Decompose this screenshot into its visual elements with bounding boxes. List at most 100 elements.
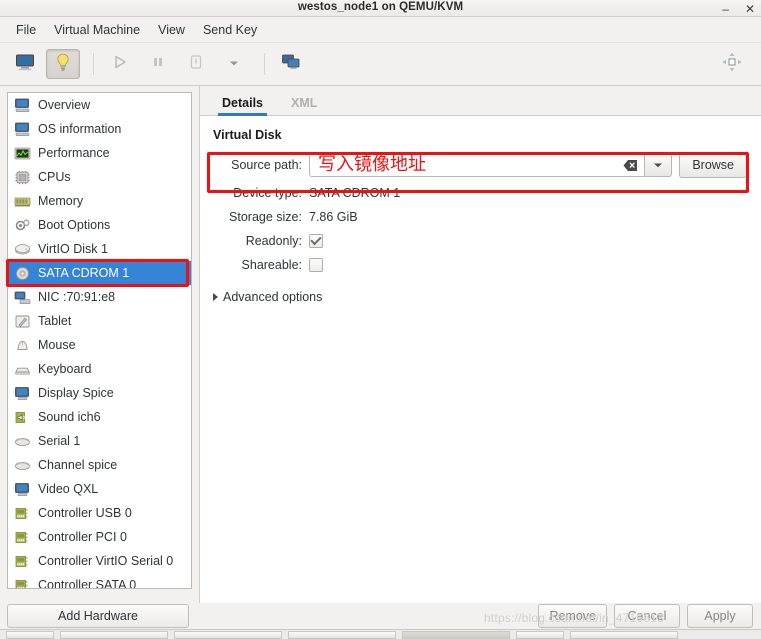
readonly-label: Readonly: [245, 234, 302, 248]
virt-manager-window: westos_node1 on QEMU/KVM – ✕ File Virtua… [0, 0, 761, 639]
sidebar-item-label: Controller PCI 0 [38, 530, 127, 544]
sidebar-item-tablet[interactable]: Tablet [8, 309, 191, 333]
toolbar-separator-2 [264, 53, 265, 75]
browse-button[interactable]: Browse [679, 152, 747, 178]
fullscreen-button[interactable] [715, 49, 749, 79]
sidebar-item-label: Tablet [38, 314, 72, 328]
sidebar-item-label: Sound ich6 [38, 410, 101, 424]
memory-ram-icon [13, 193, 31, 210]
sidebar-item-label: SATA CDROM 1 [38, 266, 130, 280]
mouse-icon [13, 337, 31, 354]
performance-graph-icon [13, 145, 31, 162]
gears-icon [13, 217, 31, 234]
sidebar-item-label: Channel spice [38, 458, 118, 472]
menu-file[interactable]: File [7, 21, 45, 39]
remove-button[interactable]: Remove [538, 604, 607, 628]
sidebar-item-label: Performance [38, 146, 110, 160]
sidebar-item-nic[interactable]: NIC :70:91:e8 [8, 285, 191, 309]
readonly-checkbox[interactable] [309, 234, 323, 248]
sidebar-item-overview[interactable]: Overview [8, 93, 191, 117]
sidebar-item-cpus[interactable]: CPUs [8, 165, 191, 189]
taskbar-item[interactable] [288, 630, 396, 639]
apply-button[interactable]: Apply [687, 604, 753, 628]
close-button[interactable]: ✕ [745, 3, 755, 15]
sidebar-item-os-information[interactable]: OS information [8, 117, 191, 141]
storage-size-row: Storage size: 7.86 GiB [213, 206, 747, 228]
controller-card-icon [13, 577, 31, 588]
clear-icon[interactable] [623, 159, 638, 172]
sidebar-item-label: Controller USB 0 [38, 506, 132, 520]
device-type-row: Device type: SATA CDROM 1 [213, 182, 747, 204]
sound-card-icon [13, 409, 31, 426]
computer-icon [13, 121, 31, 138]
sidebar-item-controller-usb-0[interactable]: Controller USB 0 [8, 501, 191, 525]
tab-details[interactable]: Details [218, 92, 275, 116]
cancel-button[interactable]: Cancel [614, 604, 680, 628]
shutdown-options-dropdown[interactable] [217, 49, 251, 79]
taskbar-item[interactable] [6, 630, 54, 639]
bottom-bar-right: Remove Cancel Apply [531, 604, 761, 628]
sidebar-item-sound-ich6[interactable]: Sound ich6 [8, 405, 191, 429]
shutdown-button[interactable] [179, 49, 213, 79]
fullscreen-expand-icon [721, 51, 743, 78]
triangle-right-icon [213, 293, 218, 301]
run-button[interactable] [103, 49, 137, 79]
hardware-list[interactable]: Overview OS information Performance CPUs [7, 92, 192, 589]
sidebar-item-keyboard[interactable]: Keyboard [8, 357, 191, 381]
taskbar-item[interactable] [570, 630, 678, 639]
sidebar-item-label: NIC :70:91:e8 [38, 290, 116, 304]
hardware-sidebar: Overview OS information Performance CPUs [0, 86, 199, 603]
sidebar-item-controller-virtio-serial-0[interactable]: Controller VirtIO Serial 0 [8, 549, 191, 573]
snapshots-button[interactable] [274, 49, 308, 79]
taskbar-item[interactable] [174, 630, 282, 639]
sidebar-item-performance[interactable]: Performance [8, 141, 191, 165]
source-path-input[interactable]: 写入镜像地址 [309, 153, 646, 177]
shareable-row: Shareable: [213, 254, 747, 276]
sidebar-item-label: VirtIO Disk 1 [38, 242, 108, 256]
toolbar-separator-1 [93, 53, 94, 75]
shutdown-icon [187, 53, 205, 76]
sidebar-item-virtio-disk-1[interactable]: VirtIO Disk 1 [8, 237, 191, 261]
panel-body: Virtual Disk Source path: 写入镜像地址 Browse … [200, 116, 761, 304]
channel-icon [13, 457, 31, 474]
serial-port-icon [13, 433, 31, 450]
add-hardware-button[interactable]: Add Hardware [7, 604, 189, 628]
console-monitor-button[interactable] [8, 49, 42, 79]
display-icon [13, 385, 31, 402]
sidebar-item-serial-1[interactable]: Serial 1 [8, 429, 191, 453]
menu-send-key[interactable]: Send Key [194, 21, 266, 39]
sidebar-item-label: Overview [38, 98, 91, 112]
source-path-label: Source path: [231, 158, 302, 172]
main-content: Overview OS information Performance CPUs [0, 86, 761, 603]
lightbulb-show-details-icon [54, 52, 72, 77]
taskbar-item[interactable] [516, 630, 564, 639]
sidebar-item-label: Memory [38, 194, 84, 208]
advanced-options-expander[interactable]: Advanced options [213, 290, 747, 304]
sidebar-item-channel-spice[interactable]: Channel spice [8, 453, 191, 477]
shareable-checkbox[interactable] [309, 258, 323, 272]
sidebar-item-video-qxl[interactable]: Video QXL [8, 477, 191, 501]
taskbar-item[interactable] [402, 630, 510, 639]
menu-view[interactable]: View [149, 21, 194, 39]
sidebar-item-label: Mouse [38, 338, 76, 352]
menu-virtual-machine[interactable]: Virtual Machine [45, 21, 149, 39]
taskbar-item[interactable] [60, 630, 168, 639]
sidebar-item-display-spice[interactable]: Display Spice [8, 381, 191, 405]
cdrom-icon [13, 265, 31, 282]
tab-xml[interactable]: XML [287, 92, 329, 115]
pause-icon [149, 53, 167, 76]
pause-button[interactable] [141, 49, 175, 79]
sidebar-item-controller-pci-0[interactable]: Controller PCI 0 [8, 525, 191, 549]
source-path-dropdown[interactable] [645, 153, 673, 177]
minimize-button[interactable]: – [722, 3, 729, 15]
sidebar-item-controller-sata-0[interactable]: Controller SATA 0 [8, 573, 191, 588]
sidebar-item-mouse[interactable]: Mouse [8, 333, 191, 357]
menu-bar: File Virtual Machine View Send Key [0, 17, 761, 43]
tablet-icon [13, 313, 31, 330]
sidebar-item-memory[interactable]: Memory [8, 189, 191, 213]
shareable-label: Shareable: [241, 258, 302, 272]
advanced-options-label: Advanced options [223, 290, 323, 304]
sidebar-item-boot-options[interactable]: Boot Options [8, 213, 191, 237]
sidebar-item-sata-cdrom-1[interactable]: SATA CDROM 1 [8, 261, 191, 285]
show-details-button[interactable] [46, 49, 80, 79]
